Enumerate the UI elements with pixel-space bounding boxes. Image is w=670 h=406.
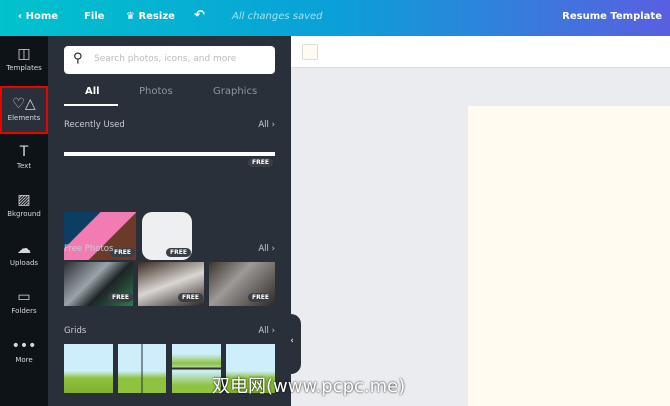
nav-background[interactable]: ▨ Bkground [0, 184, 48, 232]
section-recently-used: Recently Used [64, 120, 125, 130]
text-icon: T [19, 144, 29, 160]
section-free-photos: Free Photos [64, 244, 114, 254]
free-badge: FREE [166, 248, 191, 257]
resize-button[interactable]: ♛ Resize [126, 11, 175, 22]
design-page[interactable] [468, 106, 670, 406]
free-badge: FREE [108, 293, 133, 302]
nav-uploads[interactable]: ☁ Uploads [0, 233, 48, 281]
active-tab-indicator [64, 104, 118, 106]
search-input[interactable]: ⚲ Search photos, icons, and more [64, 46, 275, 74]
search-icon: ⚲ [73, 51, 83, 66]
canvas-toolbar [291, 36, 670, 68]
templates-icon: ◫ [17, 46, 31, 62]
watermark: 双电网(www.pcpc.me) [212, 376, 406, 397]
more-icon: ••• [11, 338, 37, 354]
background-icon: ▨ [17, 192, 31, 208]
nav-templates[interactable]: ◫ Templates [0, 38, 48, 86]
photos-all-link[interactable]: All › [258, 244, 275, 254]
folder-icon: ▭ [17, 289, 31, 305]
collapse-panel-button[interactable]: ‹ [283, 314, 301, 374]
shapes-icon: ♡△ [12, 96, 36, 112]
save-status: All changes saved [232, 11, 323, 22]
free-badge: FREE [178, 293, 203, 302]
side-nav: ◫ Templates ♡△ Elements T Text ▨ Bkground ☁ U… [0, 36, 48, 406]
free-badge: FREE [110, 248, 135, 257]
top-bar: ‹ Home File ♛ Resize ↶ All changes saved… [0, 0, 670, 36]
section-grids: Grids [64, 326, 87, 336]
tab-photos[interactable]: Photos [139, 86, 173, 97]
free-badge: FREE [248, 158, 273, 167]
grid-thumb[interactable] [118, 344, 166, 393]
tab-graphics[interactable]: Graphics [213, 86, 257, 97]
upload-cloud-icon: ☁ [17, 241, 31, 257]
color-swatch[interactable] [302, 44, 318, 60]
nav-elements[interactable]: ♡△ Elements [0, 86, 48, 134]
free-badge: FREE [248, 293, 273, 302]
document-title[interactable]: Resume Template [562, 11, 662, 22]
nav-more[interactable]: ••• More [0, 330, 48, 378]
nav-folders[interactable]: ▭ Folders [0, 281, 48, 329]
file-menu[interactable]: File [84, 11, 104, 22]
home-button[interactable]: ‹ Home [18, 11, 58, 22]
nav-text[interactable]: T Text [0, 136, 48, 184]
recent-all-link[interactable]: All › [258, 120, 275, 130]
undo-icon[interactable]: ↶ [194, 8, 205, 23]
grids-all-link[interactable]: All › [258, 326, 275, 336]
recent-line-element[interactable] [64, 152, 275, 156]
tab-all[interactable]: All [85, 86, 100, 97]
grid-thumb[interactable] [64, 344, 113, 393]
